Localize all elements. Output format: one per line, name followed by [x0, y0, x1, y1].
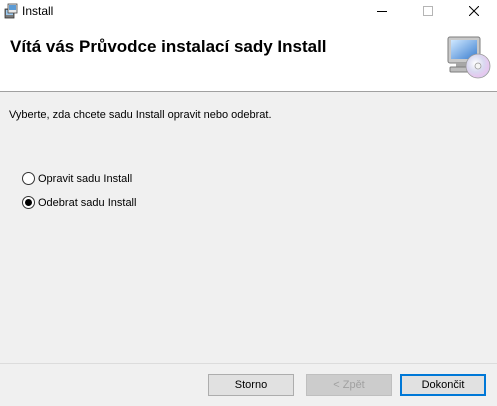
instruction-text: Vyberte, zda chcete sadu Install opravit…: [9, 109, 272, 121]
title-bar[interactable]: Install: [0, 0, 497, 22]
installer-app-icon: [3, 3, 19, 19]
installer-window: Install Vítá vás Průvodce instalací sady…: [0, 0, 497, 406]
radio-selected-dot: [25, 199, 32, 206]
back-button[interactable]: < Zpět: [306, 374, 392, 396]
minimize-icon: [377, 11, 387, 12]
header-banner: Vítá vás Průvodce instalací sady Install: [0, 22, 497, 92]
remove-radio[interactable]: [22, 196, 35, 209]
minimize-button[interactable]: [359, 0, 405, 22]
computer-cd-icon: [446, 35, 492, 81]
wizard-heading: Vítá vás Průvodce instalací sady Install: [10, 37, 327, 56]
finish-button[interactable]: Dokončit: [400, 374, 486, 396]
repair-option-label[interactable]: Opravit sadu Install: [38, 173, 132, 185]
repair-option[interactable]: Opravit sadu Install: [22, 172, 132, 185]
repair-radio[interactable]: [22, 172, 35, 185]
remove-option[interactable]: Odebrat sadu Install: [22, 196, 136, 209]
footer-divider: [0, 363, 497, 364]
close-icon: [469, 6, 479, 16]
maximize-icon: [423, 6, 433, 16]
maximize-button[interactable]: [405, 0, 451, 22]
cancel-button[interactable]: Storno: [208, 374, 294, 396]
remove-option-label[interactable]: Odebrat sadu Install: [38, 197, 136, 209]
window-title: Install: [22, 4, 54, 18]
close-button[interactable]: [451, 0, 497, 22]
